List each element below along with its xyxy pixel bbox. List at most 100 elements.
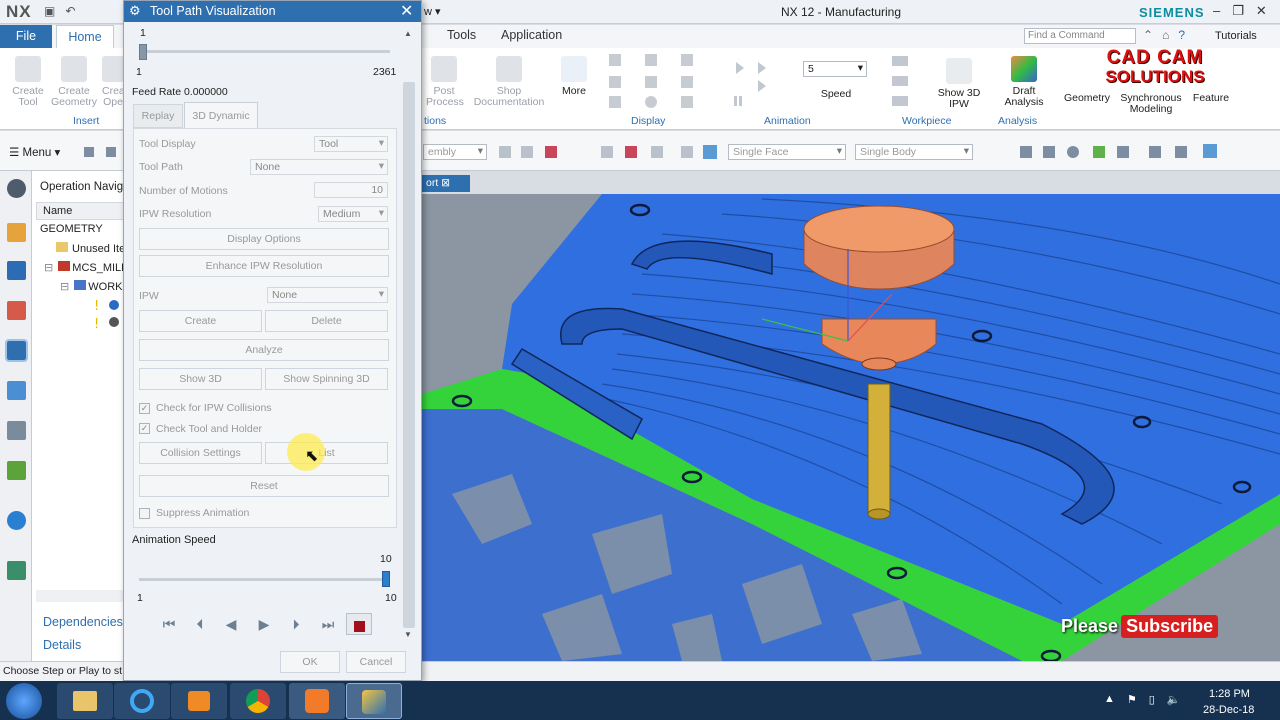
- graphics-window[interactable]: [422, 194, 1280, 661]
- animation-speed-thumb[interactable]: [382, 571, 390, 587]
- animation-speed-select[interactable]: 5 ▾: [803, 61, 867, 77]
- tab-replay[interactable]: Replay: [133, 104, 183, 128]
- close-icon[interactable]: ✕: [1256, 3, 1267, 19]
- help-icon[interactable]: ?: [1178, 28, 1185, 42]
- reuse-library-icon[interactable]: [7, 421, 26, 440]
- synchronous-modeling-button[interactable]: Synchronous Modeling: [1118, 93, 1184, 115]
- ipw-resolution-select[interactable]: Medium: [318, 206, 388, 222]
- cancel-button[interactable]: Cancel: [346, 651, 406, 673]
- tutorials-link[interactable]: Tutorials: [1215, 30, 1257, 42]
- battery-icon[interactable]: ▯: [1149, 693, 1155, 706]
- taskbar-nx[interactable]: [346, 683, 402, 719]
- toolbar-icons-left[interactable]: [82, 144, 122, 160]
- more-button[interactable]: More: [558, 56, 590, 97]
- taskbar-ie[interactable]: [114, 683, 170, 719]
- post-process-button[interactable]: Post Process: [426, 56, 464, 108]
- navigator-hscroll[interactable]: [36, 590, 124, 602]
- step-slider-track[interactable]: [139, 50, 390, 53]
- menu-button[interactable]: ☰ Menu ▾: [9, 145, 60, 159]
- tab-file[interactable]: File: [0, 25, 52, 48]
- enhance-ipw-button[interactable]: Enhance IPW Resolution: [139, 255, 389, 277]
- ok-button[interactable]: OK: [280, 651, 340, 673]
- shop-documentation-button[interactable]: Shop Documentation: [470, 56, 548, 108]
- delete-button[interactable]: Delete: [265, 310, 388, 332]
- graphics-tab[interactable]: ort ⊠: [422, 175, 470, 192]
- home-icon[interactable]: ⌂: [1162, 28, 1169, 42]
- create-geometry-button[interactable]: Create Geometry: [50, 56, 98, 108]
- nav-row-geometry[interactable]: GEOMETRY: [40, 223, 103, 235]
- operation-items[interactable]: ! !: [94, 298, 122, 332]
- fast-forward-to-end-button[interactable]: ⏭: [315, 613, 341, 635]
- restore-icon[interactable]: ❐: [1232, 3, 1244, 19]
- command-search-input[interactable]: Find a Command: [1024, 28, 1136, 44]
- gear-icon[interactable]: ⚙: [129, 3, 141, 19]
- show-3d-ipw-button[interactable]: Show 3D IPW: [934, 58, 984, 110]
- constraint-navigator-icon[interactable]: [7, 261, 26, 280]
- taskbar-explorer[interactable]: [57, 683, 113, 719]
- start-button[interactable]: [6, 683, 42, 719]
- show-spinning-3d-button[interactable]: Show Spinning 3D: [265, 368, 388, 390]
- step-backward-button[interactable]: ⏴: [187, 613, 213, 635]
- step-forward-button[interactable]: ⏵: [283, 613, 309, 635]
- clock-time[interactable]: 1:28 PM: [1209, 688, 1250, 700]
- animation-speed-track[interactable]: [139, 578, 390, 581]
- feature-button[interactable]: Feature: [1190, 93, 1232, 104]
- details-panel-header[interactable]: Details: [43, 638, 81, 652]
- nav-row-unused[interactable]: Unused Ite: [56, 242, 125, 255]
- face-rule-select[interactable]: Single Face: [728, 144, 846, 160]
- dialog-close-button[interactable]: ✕: [400, 1, 413, 21]
- create-operation-button[interactable]: Create Ope: [102, 56, 124, 108]
- close-icon[interactable]: ⊠: [441, 177, 450, 189]
- check-ipw-collisions-checkbox[interactable]: ✓: [139, 403, 150, 414]
- minimize-icon[interactable]: –: [1213, 3, 1220, 19]
- nav-row-mcs-mill[interactable]: ⊟ MCS_MILL: [44, 261, 127, 274]
- reset-button[interactable]: Reset: [139, 475, 389, 497]
- workpiece-tools[interactable]: [890, 54, 920, 112]
- display-tools-grid[interactable]: [607, 54, 703, 112]
- scroll-up-icon[interactable]: ▲: [404, 29, 412, 38]
- collapse-ribbon-icon[interactable]: ⌃: [1143, 28, 1153, 42]
- view-icons[interactable]: [985, 144, 1275, 160]
- please-subscribe-banner[interactable]: Please Subscribe: [1061, 615, 1221, 645]
- tab-home[interactable]: Home: [56, 25, 114, 49]
- animation-step-buttons[interactable]: [728, 58, 792, 110]
- assembly-filter-select[interactable]: embly: [423, 144, 487, 160]
- part-navigator-icon[interactable]: [7, 301, 26, 320]
- play-forward-button[interactable]: ▶: [251, 613, 277, 635]
- geometry-button[interactable]: Geometry: [1062, 93, 1112, 104]
- snap-icons[interactable]: [497, 144, 719, 160]
- machine-tool-navigator-icon[interactable]: [7, 381, 26, 400]
- stop-button[interactable]: [346, 613, 372, 635]
- draft-analysis-button[interactable]: Draft Analysis: [998, 56, 1050, 108]
- dependencies-panel-header[interactable]: Dependencies: [43, 615, 123, 629]
- tool-display-select[interactable]: Tool: [314, 136, 388, 152]
- operation-navigator-icon[interactable]: [5, 339, 28, 362]
- ipw-select[interactable]: None: [267, 287, 388, 303]
- collision-settings-button[interactable]: Collision Settings: [139, 442, 262, 464]
- play-backward-button[interactable]: ◀: [218, 613, 244, 635]
- taskbar-recorder[interactable]: [289, 683, 345, 719]
- assembly-navigator-icon[interactable]: [7, 223, 26, 242]
- history-icon[interactable]: [7, 511, 26, 530]
- clock-date[interactable]: 28-Dec-18: [1203, 704, 1254, 716]
- tool-path-select[interactable]: None: [250, 159, 388, 175]
- body-rule-select[interactable]: Single Body: [855, 144, 973, 160]
- analyze-button[interactable]: Analyze: [139, 339, 389, 361]
- show-3d-button[interactable]: Show 3D: [139, 368, 262, 390]
- create-button[interactable]: Create: [139, 310, 262, 332]
- motions-input[interactable]: 10: [314, 182, 388, 198]
- display-options-button[interactable]: Display Options: [139, 228, 389, 250]
- roles-icon[interactable]: [7, 461, 26, 480]
- volume-icon[interactable]: 🔈: [1167, 693, 1181, 706]
- taskbar-chrome[interactable]: [230, 683, 286, 719]
- navigator-column-header[interactable]: Name: [36, 202, 124, 220]
- gear-icon[interactable]: [7, 179, 26, 198]
- dialog-scrollbar-thumb[interactable]: [403, 82, 415, 628]
- create-tool-button[interactable]: Create Tool: [8, 56, 48, 108]
- tab-3d-dynamic[interactable]: 3D Dynamic: [184, 102, 258, 128]
- taskbar-media[interactable]: [171, 683, 227, 719]
- show-hidden-icons-icon[interactable]: ▲: [1104, 693, 1115, 706]
- system-materials-icon[interactable]: [7, 561, 26, 580]
- suppress-animation-checkbox[interactable]: [139, 508, 150, 519]
- check-tool-holder-checkbox[interactable]: ✓: [139, 423, 150, 434]
